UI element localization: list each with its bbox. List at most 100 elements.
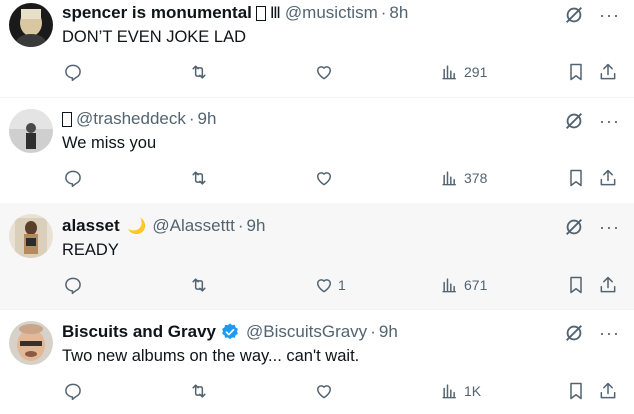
verified-badge-icon [222,323,238,340]
retweet-button[interactable] [189,275,209,295]
more-icon[interactable]: ··· [599,218,620,236]
roman-numeral-icon: Ⅲ [269,5,281,22]
bookmark-button[interactable] [566,168,586,188]
reply-icon [65,64,81,82]
reply-button[interactable] [63,275,83,295]
separator-dot: · [237,216,244,235]
share-icon [600,169,616,186]
share-icon [600,63,616,80]
reply-button[interactable] [63,168,83,188]
tweet-text: We miss you [62,134,157,152]
emoji-placeholder-icon [255,5,266,21]
reply-button[interactable] [63,62,83,82]
tweet[interactable]: spencer is monumental Ⅲ @musictism · 8h … [0,0,634,97]
bookmark-icon [570,169,582,187]
timestamp[interactable]: 9h [198,109,217,129]
like-icon [317,385,331,399]
tweet-text: READY [62,241,119,259]
tweet[interactable]: alasset 🌙 @Alassettt · 9h READY ··· 1 67… [0,203,634,309]
display-name[interactable]: spencer is monumental [62,3,252,23]
bookmark-button[interactable] [566,381,586,401]
tweet-text: DON’T EVEN JOKE LAD [62,28,246,46]
retweet-icon [192,171,206,185]
moon-emoji-icon: 🌙 [127,218,147,235]
share-button[interactable] [598,381,618,401]
timestamp[interactable]: 8h [389,3,408,23]
retweet-icon [192,278,206,292]
views-icon [442,65,456,80]
tweet-header: alasset 🌙 @Alassettt · 9h [62,215,265,237]
share-icon [600,276,616,293]
user-handle[interactable]: @trasheddeck [76,109,186,129]
timestamp[interactable]: 9h [246,216,265,236]
tweet-top-actions: ··· [563,322,620,344]
tweet-top-actions: ··· [563,216,620,238]
share-button[interactable] [598,168,618,188]
tweet-header: @trasheddeck · 9h [62,108,216,130]
timestamp[interactable]: 9h [379,322,398,342]
reply-icon [65,170,81,188]
like-button[interactable] [314,62,338,82]
timeline-feed: spencer is monumental Ⅲ @musictism · 8h … [0,0,634,414]
reply-icon [65,383,81,401]
like-button[interactable] [314,168,338,188]
views-icon [442,171,456,186]
views-icon [442,278,456,293]
avatar[interactable] [9,3,53,47]
retweet-button[interactable] [189,381,209,401]
bookmark-icon [570,63,582,81]
user-handle[interactable]: @Alassettt [152,216,234,236]
views-button[interactable]: 671 [440,275,487,295]
tweet-header: Biscuits and Gravy @BiscuitsGravy · 9h [62,321,398,343]
retweet-button[interactable] [189,168,209,188]
retweet-icon [192,65,206,79]
tweet-text: Two new albums on the way... can't wait. [62,347,360,365]
display-name[interactable]: alasset [62,216,120,236]
display-name[interactable]: Biscuits and Gravy [62,322,216,342]
like-icon [317,66,331,80]
bookmark-icon [570,276,582,294]
view-count: 1K [464,383,482,399]
bookmark-icon [570,382,582,400]
view-count: 291 [464,64,488,80]
reply-icon [65,277,81,295]
share-button[interactable] [598,62,618,82]
like-button[interactable]: 1 [314,275,346,295]
user-handle[interactable]: @BiscuitsGravy [246,322,367,342]
avatar[interactable] [9,109,53,153]
avatar[interactable] [9,214,53,258]
views-button[interactable]: 291 [440,62,487,82]
retweet-button[interactable] [189,62,209,82]
views-button[interactable]: 1K [440,381,481,401]
view-count: 671 [464,277,488,293]
tweet[interactable]: @trasheddeck · 9h We miss you ··· 378 [0,97,634,203]
share-button[interactable] [598,275,618,295]
view-count: 378 [464,170,488,186]
bookmark-button[interactable] [566,62,586,82]
like-count: 1 [338,277,346,293]
grok-icon[interactable] [563,4,585,26]
more-icon[interactable]: ··· [599,6,620,24]
like-button[interactable] [314,381,338,401]
more-icon[interactable]: ··· [599,112,620,130]
views-icon [442,384,456,399]
separator-dot: · [188,109,195,128]
more-icon[interactable]: ··· [599,324,620,342]
grok-icon[interactable] [563,322,585,344]
bookmark-button[interactable] [566,275,586,295]
like-icon [317,279,331,293]
share-icon [600,382,616,399]
tweet-top-actions: ··· [563,110,620,132]
tweet[interactable]: Biscuits and Gravy @BiscuitsGravy · 9h T… [0,309,634,414]
retweet-icon [192,384,206,398]
separator-dot: · [380,3,387,22]
views-button[interactable]: 378 [440,168,487,188]
avatar[interactable] [9,321,53,365]
emoji-placeholder-icon [62,111,72,127]
grok-icon[interactable] [563,216,585,238]
grok-icon[interactable] [563,110,585,132]
user-handle[interactable]: @musictism [285,3,378,23]
tweet-top-actions: ··· [563,4,620,26]
like-icon [317,172,331,186]
reply-button[interactable] [63,381,83,401]
